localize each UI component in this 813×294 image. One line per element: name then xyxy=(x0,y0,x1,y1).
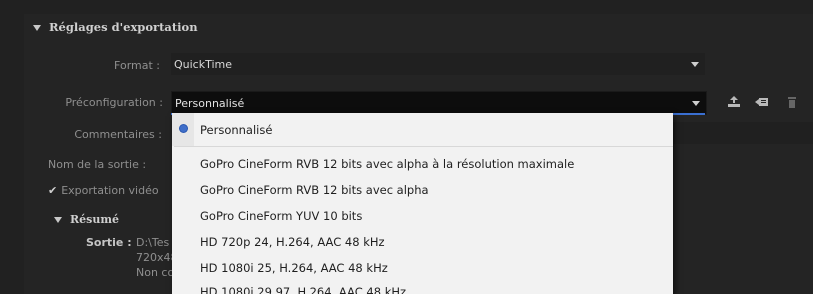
format-value: QuickTime xyxy=(174,58,233,71)
dropdown-item[interactable]: GoPro CineForm RVB 12 bits avec alpha à … xyxy=(200,157,574,171)
format-label: Format : xyxy=(114,59,160,72)
comments-label: Commentaires : xyxy=(74,128,162,141)
dropdown-item-personnalise[interactable]: Personnalisé xyxy=(200,123,272,137)
chevron-down-icon xyxy=(692,101,700,106)
summary-output-label: Sortie : xyxy=(86,236,132,249)
export-video-label: Exportation vidéo xyxy=(61,184,159,197)
export-settings-header[interactable]: Réglages d'exportation xyxy=(33,20,198,34)
checkmark-icon: ✔ xyxy=(48,184,58,197)
summary-output-path: D:\Tes xyxy=(136,236,170,249)
chevron-down-icon xyxy=(691,62,699,67)
dropdown-item[interactable]: GoPro CineForm RVB 12 bits avec alpha xyxy=(200,183,429,197)
dropdown-item[interactable]: HD 720p 24, H.264, AAC 48 kHz xyxy=(200,235,385,249)
summary-title: Résumé xyxy=(70,213,119,226)
dropdown-item[interactable]: HD 1080i 25, H.264, AAC 48 kHz xyxy=(200,261,388,275)
output-name-label: Nom de la sortie : xyxy=(48,158,147,171)
preset-value: Personnalisé xyxy=(175,97,245,110)
radio-selected-icon xyxy=(180,125,187,132)
dropdown-item[interactable]: GoPro CineForm YUV 10 bits xyxy=(200,209,362,223)
preset-dropdown-list: Personnalisé GoPro CineForm RVB 12 bits … xyxy=(172,113,673,294)
save-preset-icon[interactable] xyxy=(727,95,741,109)
collapse-triangle-icon[interactable] xyxy=(33,25,41,31)
preset-select[interactable]: Personnalisé xyxy=(171,91,707,115)
summary-output-line-3: Non co xyxy=(136,266,175,279)
collapse-triangle-icon[interactable] xyxy=(54,217,62,223)
summary-header[interactable]: Résumé xyxy=(54,213,119,226)
comments-field[interactable] xyxy=(673,122,813,144)
dropdown-separator xyxy=(174,146,673,147)
dropdown-item[interactable]: HD 1080i 29.97, H.264, AAC 48 kHz xyxy=(200,285,406,294)
preset-label: Préconfiguration : xyxy=(65,96,163,109)
format-select[interactable]: QuickTime xyxy=(171,53,705,75)
section-title: Réglages d'exportation xyxy=(49,20,198,34)
delete-preset-icon[interactable] xyxy=(785,95,799,109)
export-video-checkbox[interactable]: ✔ Exportation vidéo xyxy=(48,184,159,197)
import-preset-icon[interactable] xyxy=(755,95,769,109)
